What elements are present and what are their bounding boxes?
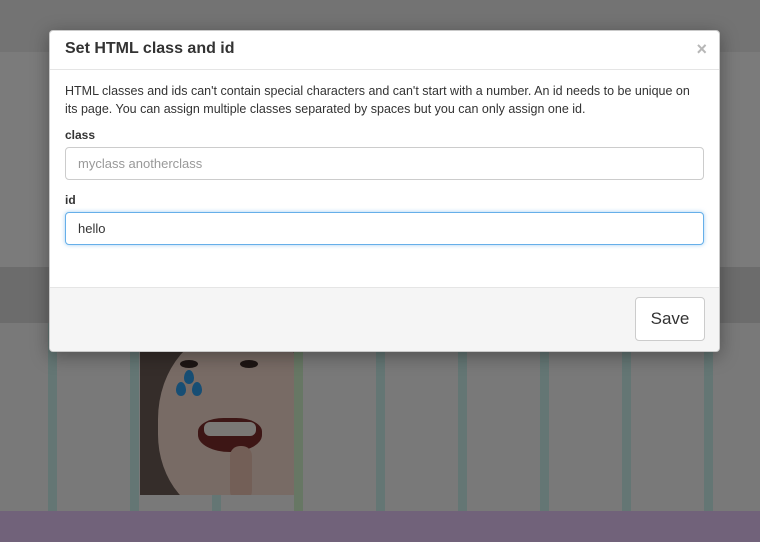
help-text: HTML classes and ids can't contain speci… (65, 84, 690, 116)
app-canvas: Set HTML class and id × HTML classes and… (0, 0, 760, 542)
class-label: class (65, 128, 96, 142)
save-button[interactable]: Save (635, 297, 705, 341)
id-input[interactable] (65, 212, 704, 245)
close-icon[interactable]: × (696, 40, 707, 58)
id-field-group: id (65, 193, 705, 245)
id-label: id (65, 193, 76, 207)
dialog-footer: Save (50, 287, 719, 351)
dialog-title: Set HTML class and id (65, 40, 235, 57)
set-class-id-dialog: Set HTML class and id × HTML classes and… (49, 30, 720, 352)
class-field-group: class (65, 128, 705, 180)
class-input[interactable] (65, 147, 704, 180)
dialog-body: HTML classes and ids can't contain speci… (65, 82, 705, 245)
dialog-header: Set HTML class and id × (50, 31, 719, 70)
